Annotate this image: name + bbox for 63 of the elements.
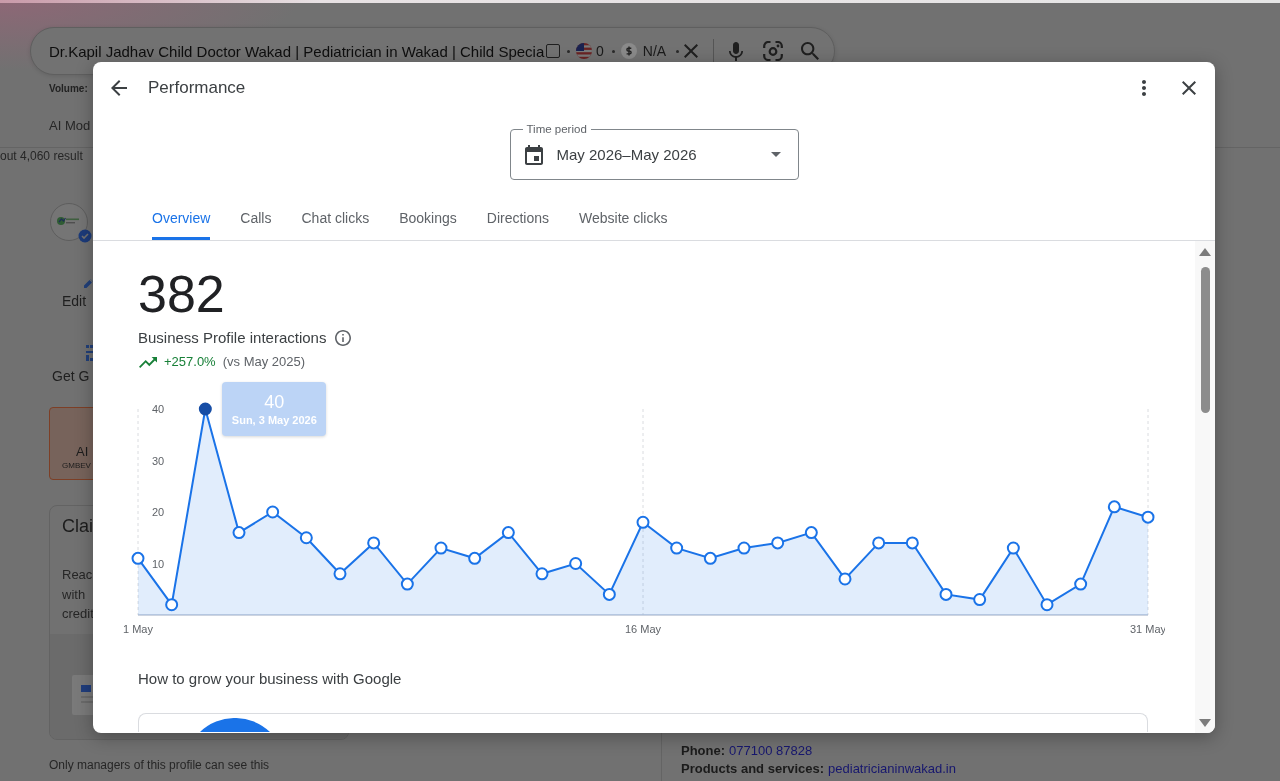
volume-label: Volume: — [49, 83, 88, 95]
flag-icon — [576, 43, 592, 59]
mic-icon[interactable] — [729, 41, 744, 61]
y-axis-label: 10 — [152, 557, 165, 570]
info-icon[interactable] — [335, 330, 352, 346]
action-label[interactable]: Edit — [62, 293, 87, 309]
separator-dot-icon — [676, 49, 680, 53]
business-logo-icon — [50, 203, 94, 243]
dialog-title: Performance — [148, 77, 246, 99]
claim-title: Clai — [62, 515, 93, 537]
x-axis-label: 1 May — [123, 623, 153, 635]
comparison-text: (vs May 2025) — [222, 354, 306, 370]
detail-label: Products and services: — [681, 760, 825, 778]
tab[interactable]: Website clicks — [579, 192, 668, 240]
claim-text: credit — [62, 605, 94, 623]
camera-icon[interactable] — [763, 41, 784, 61]
count-label: 0 — [596, 43, 604, 59]
claim-text: with — [62, 585, 86, 604]
ai-card-title: AI — [76, 444, 89, 460]
change-percent: +257.0% — [164, 354, 216, 370]
scrollbar-thumb[interactable] — [1200, 267, 1210, 413]
nav-tab[interactable]: AI Mod — [49, 118, 91, 134]
tooltip-value: 40 — [264, 391, 285, 413]
tab[interactable]: Calls — [240, 192, 272, 240]
detail-label: Phone: — [681, 742, 726, 760]
field-label: Time period — [522, 122, 591, 136]
metric-label: Business Profile interactions — [138, 328, 327, 348]
scroll-up-icon[interactable] — [1199, 248, 1211, 256]
checkbox[interactable] — [546, 44, 560, 58]
more-icon[interactable] — [1142, 80, 1146, 96]
tooltip-date: Sun, 3 May 2026 — [231, 412, 317, 427]
tab[interactable]: Overview — [152, 192, 211, 240]
search-icon[interactable] — [801, 42, 820, 60]
back-arrow-icon[interactable] — [111, 80, 127, 96]
price-label: N/A — [642, 43, 667, 59]
tab[interactable]: Chat clicks — [301, 192, 370, 240]
metric-total: 382 — [138, 268, 225, 320]
result-count: out 4,060 result — [0, 149, 83, 163]
calendar-icon — [524, 144, 543, 165]
separator-dot-icon — [611, 49, 615, 53]
y-axis-label: 20 — [152, 506, 165, 518]
detail-link[interactable]: pediatricianinwakad.in — [828, 760, 956, 778]
section-title: How to grow your business with Google — [138, 669, 402, 689]
tab[interactable]: Directions — [486, 192, 549, 240]
y-axis-label: 40 — [152, 403, 165, 415]
action-label[interactable]: Get G — [52, 368, 90, 384]
search-field[interactable]: Dr.Kapil Jadhav Child Doctor Wakad | Pediatrician in Wakad | Child Specia — [49, 41, 546, 61]
detail-link[interactable]: 077100 87828 — [729, 742, 813, 760]
managers-note: Only managers of this profile can see this — [49, 758, 270, 772]
y-axis-label: 30 — [152, 454, 165, 467]
separator-dot-icon — [567, 49, 570, 53]
dollar-icon — [620, 43, 637, 59]
grid-icon — [86, 345, 93, 361]
scroll-down-icon[interactable] — [1199, 719, 1211, 727]
x-axis-label: 16 May — [624, 623, 662, 635]
claim-text: Reac — [62, 566, 93, 584]
circle-illustration — [200, 718, 270, 732]
trend-up-icon — [139, 356, 157, 368]
tab[interactable]: Bookings — [399, 192, 457, 240]
select-value: May 2026–May 2026 — [556, 144, 698, 165]
ai-card-code: GMBEV — [62, 461, 91, 471]
caret-icon — [770, 152, 781, 157]
close-icon[interactable] — [1182, 81, 1196, 95]
